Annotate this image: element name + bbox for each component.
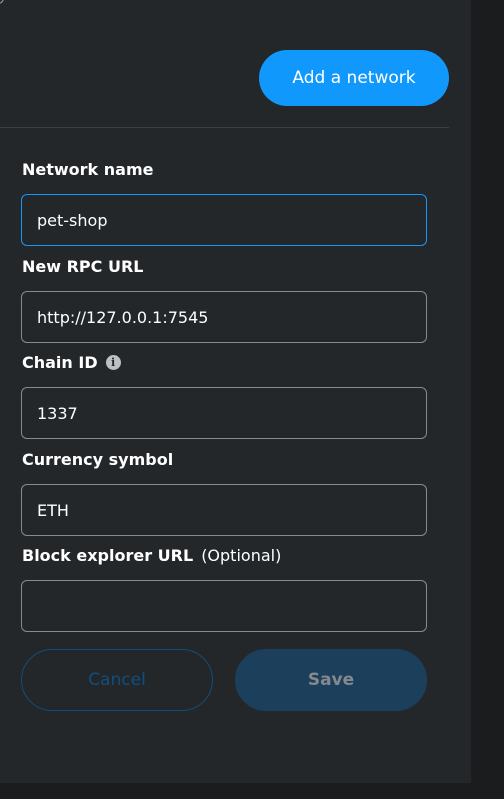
- network-name-input[interactable]: [21, 194, 427, 246]
- rpc-url-label: New RPC URL: [22, 257, 143, 276]
- currency-symbol-label-text: Currency symbol: [22, 450, 174, 469]
- block-explorer-label-text: Block explorer URL: [22, 546, 194, 565]
- block-explorer-label: Block explorer URL (Optional): [22, 546, 281, 565]
- network-name-label-text: Network name: [22, 160, 154, 179]
- rpc-url-label-text: New RPC URL: [22, 257, 144, 276]
- currency-symbol-label: Currency symbol: [22, 450, 173, 469]
- optional-tag: (Optional): [201, 546, 282, 565]
- chain-id-input[interactable]: [21, 387, 427, 439]
- save-button[interactable]: Save: [235, 649, 427, 711]
- chain-id-label: Chain ID i: [22, 353, 121, 372]
- network-settings-panel: Add a network Network name New RPC URL C…: [0, 0, 471, 783]
- circle-icon: [0, 0, 4, 4]
- rpc-url-input[interactable]: [21, 291, 427, 343]
- info-icon[interactable]: i: [105, 355, 121, 370]
- add-network-button[interactable]: Add a network: [259, 50, 449, 106]
- divider: [0, 127, 449, 128]
- block-explorer-input[interactable]: [21, 580, 427, 632]
- currency-symbol-input[interactable]: [21, 484, 427, 536]
- cancel-button[interactable]: Cancel: [21, 649, 213, 711]
- chain-id-label-text: Chain ID: [22, 353, 98, 372]
- network-name-label: Network name: [22, 160, 153, 179]
